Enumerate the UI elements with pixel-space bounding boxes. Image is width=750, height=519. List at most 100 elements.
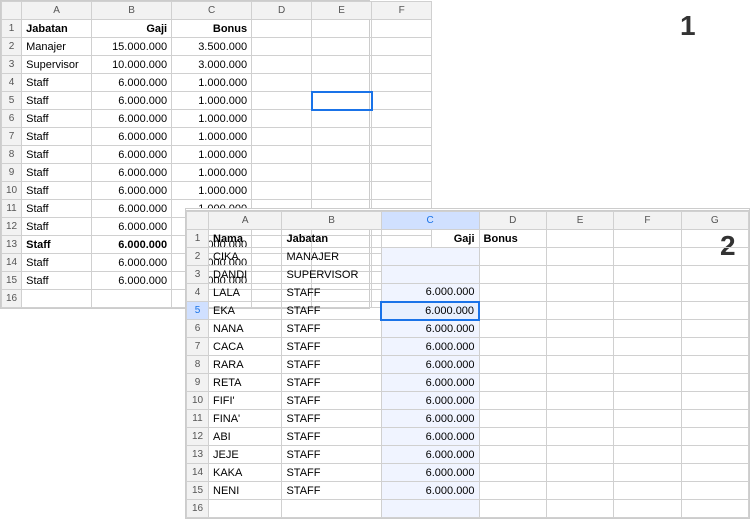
col2-header-d[interactable]: D xyxy=(479,212,546,230)
sheet2-cell-r10-c6[interactable] xyxy=(614,392,681,410)
sheet1-cell-r7-c5[interactable] xyxy=(312,128,372,146)
sheet1-cell-r1-c2[interactable]: Gaji xyxy=(92,20,172,38)
sheet2-cell-r4-c2[interactable]: STAFF xyxy=(282,284,381,302)
sheet1-cell-r10-c2[interactable]: 6.000.000 xyxy=(92,182,172,200)
sheet2-cell-r9-c4[interactable] xyxy=(479,374,546,392)
sheet1-cell-r10-c5[interactable] xyxy=(312,182,372,200)
sheet2-cell-r15-c6[interactable] xyxy=(614,482,681,500)
sheet2-cell-r10-c4[interactable] xyxy=(479,392,546,410)
sheet1-cell-r5-c5[interactable] xyxy=(312,92,372,110)
sheet2-cell-r2-c5[interactable] xyxy=(546,248,613,266)
sheet1-cell-r9-c3[interactable]: 1.000.000 xyxy=(172,164,252,182)
sheet2-cell-r6-c2[interactable]: STAFF xyxy=(282,320,381,338)
sheet1-cell-r7-c4[interactable] xyxy=(252,128,312,146)
sheet1-cell-r8-c5[interactable] xyxy=(312,146,372,164)
sheet2-cell-r6-c1[interactable]: NANA xyxy=(209,320,282,338)
sheet2-cell-r3-c3[interactable] xyxy=(381,266,479,284)
sheet1-cell-r2-c2[interactable]: 15.000.000 xyxy=(92,38,172,56)
sheet2-cell-r13-c4[interactable] xyxy=(479,446,546,464)
sheet2-cell-r10-c7[interactable] xyxy=(681,392,748,410)
sheet2-cell-r7-c7[interactable] xyxy=(681,338,748,356)
sheet2-cell-r1-c5[interactable] xyxy=(546,230,613,248)
sheet2-cell-r13-c7[interactable] xyxy=(681,446,748,464)
sheet2-cell-r14-c6[interactable] xyxy=(614,464,681,482)
sheet2-cell-r1-c3[interactable]: Gaji xyxy=(381,230,479,248)
sheet1-cell-r6-c3[interactable]: 1.000.000 xyxy=(172,110,252,128)
sheet2-cell-r15-c4[interactable] xyxy=(479,482,546,500)
sheet2-cell-r16-c3[interactable] xyxy=(381,500,479,518)
sheet1-cell-r7-c3[interactable]: 1.000.000 xyxy=(172,128,252,146)
sheet2-cell-r5-c6[interactable] xyxy=(614,302,681,320)
sheet2-cell-r10-c2[interactable]: STAFF xyxy=(282,392,381,410)
col-header-d[interactable]: D xyxy=(252,2,312,20)
sheet2-cell-r3-c4[interactable] xyxy=(479,266,546,284)
sheet2-cell-r2-c1[interactable]: CIKA xyxy=(209,248,282,266)
sheet1-cell-r5-c2[interactable]: 6.000.000 xyxy=(92,92,172,110)
sheet2-cell-r5-c5[interactable] xyxy=(546,302,613,320)
sheet1-cell-r3-c3[interactable]: 3.000.000 xyxy=(172,56,252,74)
sheet1-cell-r7-c1[interactable]: Staff xyxy=(22,128,92,146)
col-header-c[interactable]: C xyxy=(172,2,252,20)
sheet2-cell-r8-c5[interactable] xyxy=(546,356,613,374)
sheet1-cell-r6-c2[interactable]: 6.000.000 xyxy=(92,110,172,128)
sheet2-cell-r9-c5[interactable] xyxy=(546,374,613,392)
sheet1-cell-r7-c6[interactable] xyxy=(372,128,432,146)
sheet2-cell-r1-c4[interactable]: Bonus xyxy=(479,230,546,248)
sheet2-cell-r14-c5[interactable] xyxy=(546,464,613,482)
sheet2-cell-r13-c5[interactable] xyxy=(546,446,613,464)
sheet1-cell-r10-c4[interactable] xyxy=(252,182,312,200)
col-header-b[interactable]: B xyxy=(92,2,172,20)
sheet2-cell-r9-c3[interactable]: 6.000.000 xyxy=(381,374,479,392)
sheet1-cell-r7-c2[interactable]: 6.000.000 xyxy=(92,128,172,146)
sheet1-cell-r15-c2[interactable]: 6.000.000 xyxy=(92,272,172,290)
sheet1-cell-r6-c5[interactable] xyxy=(312,110,372,128)
col2-header-g[interactable]: G xyxy=(681,212,748,230)
sheet2-cell-r1-c2[interactable]: Jabatan xyxy=(282,230,381,248)
sheet2-cell-r14-c2[interactable]: STAFF xyxy=(282,464,381,482)
sheet2-cell-r4-c4[interactable] xyxy=(479,284,546,302)
sheet1-cell-r6-c1[interactable]: Staff xyxy=(22,110,92,128)
sheet2-cell-r11-c3[interactable]: 6.000.000 xyxy=(381,410,479,428)
sheet2-cell-r2-c7[interactable] xyxy=(681,248,748,266)
sheet1-cell-r16-c2[interactable] xyxy=(92,290,172,308)
sheet1-cell-r4-c5[interactable] xyxy=(312,74,372,92)
sheet1-cell-r3-c5[interactable] xyxy=(312,56,372,74)
sheet1-cell-r12-c1[interactable]: Staff xyxy=(22,218,92,236)
sheet1-cell-r2-c6[interactable] xyxy=(372,38,432,56)
sheet2-cell-r6-c6[interactable] xyxy=(614,320,681,338)
sheet2-cell-r5-c7[interactable] xyxy=(681,302,748,320)
sheet2-cell-r12-c5[interactable] xyxy=(546,428,613,446)
sheet1-cell-r10-c1[interactable]: Staff xyxy=(22,182,92,200)
sheet1-cell-r4-c2[interactable]: 6.000.000 xyxy=(92,74,172,92)
col-header-a[interactable]: A xyxy=(22,2,92,20)
sheet2-cell-r8-c3[interactable]: 6.000.000 xyxy=(381,356,479,374)
sheet1-cell-r1-c4[interactable] xyxy=(252,20,312,38)
sheet1-cell-r14-c1[interactable]: Staff xyxy=(22,254,92,272)
sheet1-cell-r14-c2[interactable]: 6.000.000 xyxy=(92,254,172,272)
sheet2-cell-r14-c4[interactable] xyxy=(479,464,546,482)
sheet1-cell-r1-c6[interactable] xyxy=(372,20,432,38)
sheet1-cell-r15-c1[interactable]: Staff xyxy=(22,272,92,290)
col-header-f[interactable]: F xyxy=(372,2,432,20)
col2-header-f[interactable]: F xyxy=(614,212,681,230)
sheet2-cell-r12-c7[interactable] xyxy=(681,428,748,446)
sheet2-cell-r5-c4[interactable] xyxy=(479,302,546,320)
sheet2-cell-r13-c3[interactable]: 6.000.000 xyxy=(381,446,479,464)
sheet2-cell-r8-c6[interactable] xyxy=(614,356,681,374)
sheet1-cell-r9-c4[interactable] xyxy=(252,164,312,182)
sheet2-cell-r16-c7[interactable] xyxy=(681,500,748,518)
sheet2-cell-r15-c2[interactable]: STAFF xyxy=(282,482,381,500)
sheet1-cell-r2-c3[interactable]: 3.500.000 xyxy=(172,38,252,56)
sheet2-cell-r3-c7[interactable] xyxy=(681,266,748,284)
sheet2-cell-r10-c3[interactable]: 6.000.000 xyxy=(381,392,479,410)
sheet1-cell-r10-c3[interactable]: 1.000.000 xyxy=(172,182,252,200)
sheet2-cell-r12-c1[interactable]: ABI xyxy=(209,428,282,446)
sheet1-cell-r1-c1[interactable]: Jabatan xyxy=(22,20,92,38)
sheet1-cell-r9-c6[interactable] xyxy=(372,164,432,182)
sheet2-cell-r8-c4[interactable] xyxy=(479,356,546,374)
sheet1-cell-r13-c2[interactable]: 6.000.000 xyxy=(92,236,172,254)
sheet1-cell-r2-c4[interactable] xyxy=(252,38,312,56)
sheet2-cell-r3-c2[interactable]: SUPERVISOR xyxy=(282,266,381,284)
sheet1-cell-r4-c6[interactable] xyxy=(372,74,432,92)
sheet2-cell-r14-c1[interactable]: KAKA xyxy=(209,464,282,482)
